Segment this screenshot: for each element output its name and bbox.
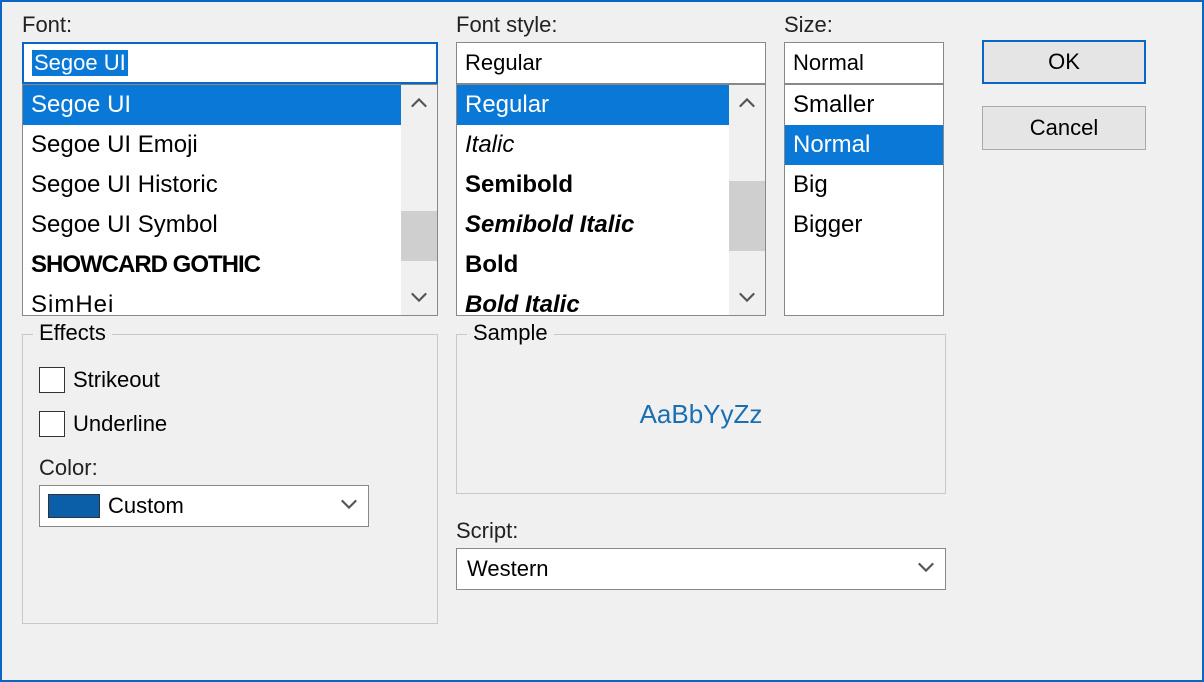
- list-item[interactable]: Segoe UI Symbol: [23, 205, 401, 245]
- list-item[interactable]: Segoe UI Historic: [23, 165, 401, 205]
- list-item[interactable]: Semibold: [457, 165, 729, 205]
- strikeout-checkbox[interactable]: Strikeout: [39, 367, 421, 393]
- list-item[interactable]: Regular: [457, 85, 729, 125]
- scroll-thumb[interactable]: [401, 211, 437, 261]
- scroll-track[interactable]: [729, 121, 765, 279]
- list-item[interactable]: SHOWCARD GOTHIC: [23, 245, 401, 285]
- scrollbar[interactable]: [729, 85, 765, 315]
- list-item[interactable]: SimHei: [23, 285, 401, 316]
- strikeout-label: Strikeout: [73, 367, 160, 393]
- color-label: Color:: [39, 455, 421, 481]
- list-item[interactable]: Smaller: [785, 85, 943, 125]
- color-swatch: [48, 494, 100, 518]
- fontstyle-label: Font style:: [456, 12, 766, 38]
- cancel-button[interactable]: Cancel: [982, 106, 1146, 150]
- scroll-up-button[interactable]: [401, 85, 437, 121]
- fontstyle-input[interactable]: Regular: [456, 42, 766, 84]
- scroll-thumb[interactable]: [729, 181, 765, 251]
- fontstyle-input-value: Regular: [465, 50, 542, 76]
- font-input-value: Segoe UI: [32, 50, 128, 76]
- script-combo[interactable]: Western: [456, 548, 946, 590]
- size-listbox[interactable]: Smaller Normal Big Bigger: [784, 84, 944, 316]
- underline-label: Underline: [73, 411, 167, 437]
- list-item[interactable]: Normal: [785, 125, 943, 165]
- effects-groupbox: Effects Strikeout Underline Color: Custo…: [22, 334, 438, 624]
- list-item[interactable]: Semibold Italic: [457, 205, 729, 245]
- list-item[interactable]: Italic: [457, 125, 729, 165]
- list-item[interactable]: Segoe UI: [23, 85, 401, 125]
- list-item[interactable]: Big: [785, 165, 943, 205]
- effects-legend: Effects: [33, 320, 112, 346]
- scroll-up-button[interactable]: [729, 85, 765, 121]
- color-value: Custom: [108, 493, 184, 519]
- chevron-down-icon: [917, 556, 935, 582]
- font-label: Font:: [22, 12, 438, 38]
- size-input[interactable]: Normal: [784, 42, 944, 84]
- chevron-down-icon: [340, 493, 358, 519]
- font-listbox[interactable]: Segoe UI Segoe UI Emoji Segoe UI Histori…: [22, 84, 438, 316]
- list-item[interactable]: Bold: [457, 245, 729, 285]
- checkbox-box[interactable]: [39, 411, 65, 437]
- font-input[interactable]: Segoe UI: [22, 42, 438, 84]
- underline-checkbox[interactable]: Underline: [39, 411, 421, 437]
- list-item[interactable]: Bold Italic: [457, 285, 729, 316]
- script-value: Western: [467, 556, 549, 582]
- sample-groupbox: Sample AaBbYyZz: [456, 334, 946, 494]
- size-label: Size:: [784, 12, 944, 38]
- color-combo[interactable]: Custom: [39, 485, 369, 527]
- checkbox-box[interactable]: [39, 367, 65, 393]
- sample-text: AaBbYyZz: [640, 399, 763, 430]
- scrollbar[interactable]: [401, 85, 437, 315]
- script-label: Script:: [456, 518, 946, 544]
- fontstyle-listbox[interactable]: Regular Italic Semibold Semibold Italic …: [456, 84, 766, 316]
- sample-legend: Sample: [467, 320, 554, 346]
- list-item[interactable]: Segoe UI Emoji: [23, 125, 401, 165]
- scroll-down-button[interactable]: [729, 279, 765, 315]
- size-input-value: Normal: [793, 50, 864, 76]
- scroll-track[interactable]: [401, 121, 437, 279]
- list-item[interactable]: Bigger: [785, 205, 943, 245]
- ok-button[interactable]: OK: [982, 40, 1146, 84]
- scroll-down-button[interactable]: [401, 279, 437, 315]
